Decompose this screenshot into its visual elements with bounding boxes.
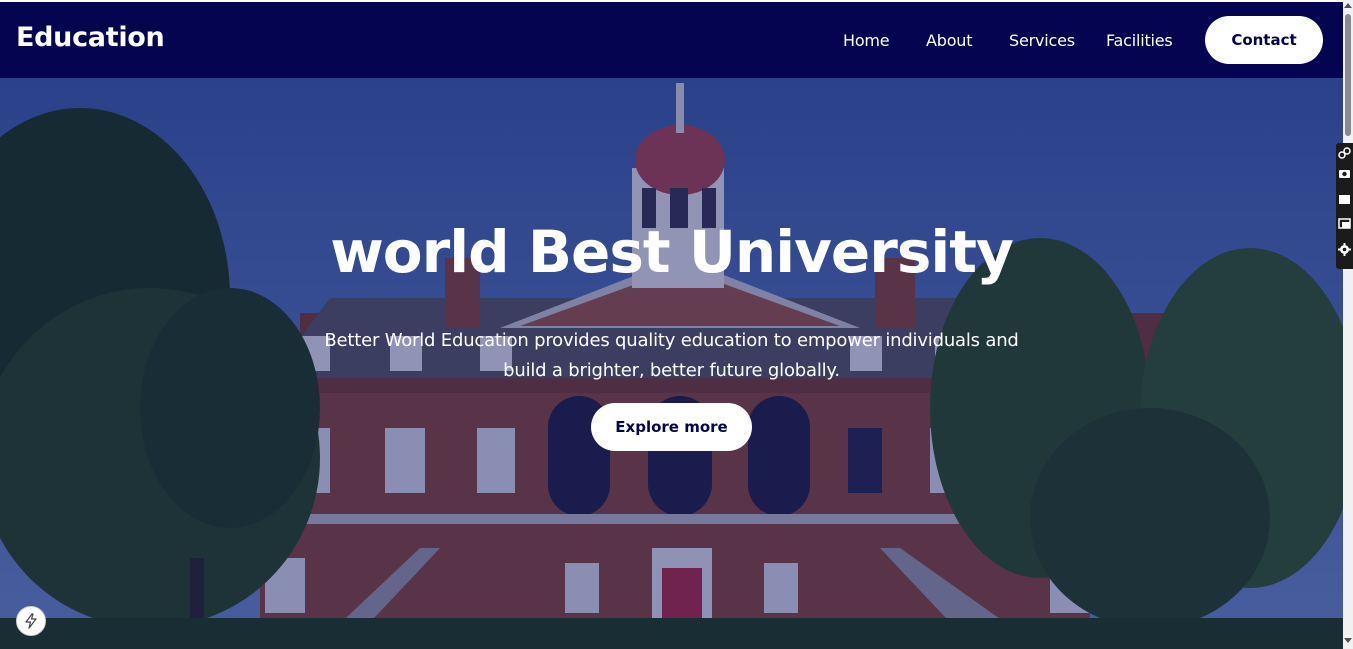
nav-link-home[interactable]: Home <box>843 31 890 50</box>
nav-link-facilities[interactable]: Facilities <box>1106 31 1173 50</box>
nav-link-about[interactable]: About <box>926 31 973 50</box>
navbar: Education Home About Services Facilities… <box>0 2 1343 78</box>
lightning-icon <box>25 613 37 629</box>
rectangle-icon[interactable] <box>1338 193 1351 206</box>
contact-button[interactable]: Contact <box>1205 16 1323 64</box>
hero-section: world Best University Better World Educa… <box>0 78 1343 649</box>
vertical-scrollbar[interactable] <box>1343 0 1353 649</box>
explore-more-button[interactable]: Explore more <box>591 403 752 451</box>
hero-title: world Best University <box>330 218 1014 286</box>
nav-link-services[interactable]: Services <box>1009 31 1075 50</box>
gear-icon[interactable] <box>1338 243 1351 256</box>
extension-toolbar <box>1336 143 1353 269</box>
nav-links: Home About Services Facilities <box>0 2 1343 78</box>
lightning-badge[interactable] <box>16 606 46 636</box>
scroll-thumb[interactable] <box>1345 14 1351 136</box>
link-icon[interactable] <box>1338 147 1351 160</box>
scroll-down-arrow-icon[interactable] <box>1344 638 1352 643</box>
window-icon[interactable] <box>1338 217 1351 230</box>
scroll-up-arrow-icon[interactable] <box>1344 3 1352 8</box>
hero-subtitle: Better World Education provides quality … <box>324 330 1019 381</box>
camera-icon[interactable] <box>1338 167 1351 180</box>
